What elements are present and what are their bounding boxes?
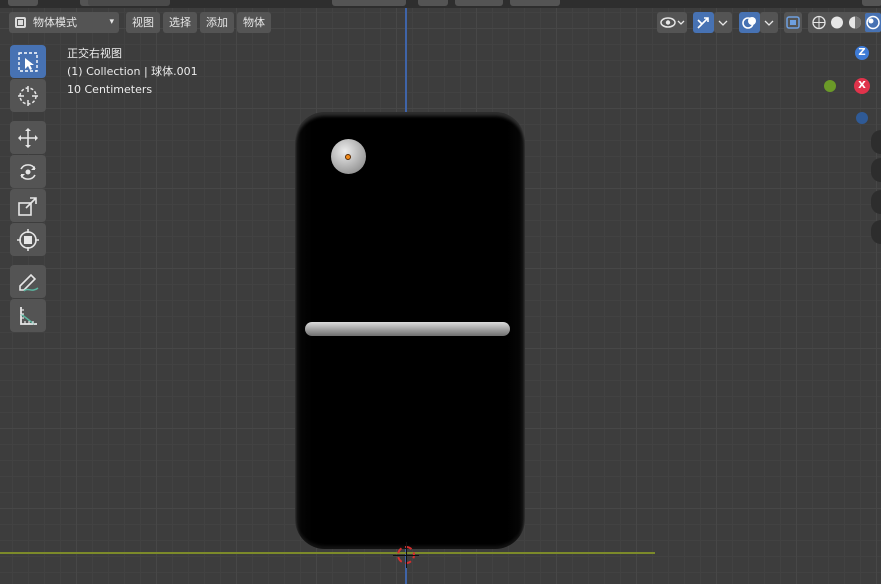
mode-label: 物体模式 <box>33 16 77 29</box>
object-origin-dot <box>345 154 351 160</box>
chevron-down-icon <box>718 20 728 26</box>
move-tool[interactable] <box>10 121 46 154</box>
menu-object[interactable]: 物体 <box>237 12 271 33</box>
gizmo-x-axis[interactable]: X <box>854 78 870 94</box>
chevron-down-icon <box>764 20 774 26</box>
rotate-tool[interactable] <box>10 155 46 188</box>
overlay-toggle[interactable] <box>739 12 760 33</box>
object-mode-icon <box>15 17 26 28</box>
annotate-tool[interactable] <box>10 265 46 298</box>
menu-add[interactable]: 添加 <box>200 12 234 33</box>
transform-icon <box>17 228 39 251</box>
3d-cursor[interactable] <box>393 542 419 568</box>
pivot-dropdown[interactable] <box>418 0 448 6</box>
transform-tool[interactable] <box>10 223 46 256</box>
y-axis-line <box>0 552 655 554</box>
overlay-dropdown[interactable] <box>760 12 778 33</box>
ruler-icon <box>20 306 37 325</box>
snap-dropdown[interactable] <box>455 0 503 6</box>
measure-tool[interactable] <box>10 299 46 332</box>
select-box-modes[interactable] <box>88 0 170 6</box>
phone-seam-object[interactable] <box>305 322 510 336</box>
scale-tool[interactable] <box>10 189 46 222</box>
camera-view-button[interactable] <box>871 190 881 214</box>
proportional-dropdown[interactable] <box>510 0 560 6</box>
select-box-tool[interactable] <box>10 45 46 78</box>
cursor-3d-icon <box>18 85 38 106</box>
rotate-icon <box>20 163 36 180</box>
gizmo-y-axis-dot[interactable] <box>824 80 836 92</box>
scale-icon <box>18 196 37 216</box>
viewport-info-overlay: 正交右视图 (1) Collection | 球体.001 10 Centime… <box>67 45 198 99</box>
interaction-mode-dropdown[interactable]: 物体模式 ▾ <box>9 12 119 33</box>
visibility-dropdown[interactable] <box>657 12 687 33</box>
transform-orientation-chip[interactable] <box>8 0 38 6</box>
gizmo-dropdown[interactable] <box>714 12 732 33</box>
select-box-icon <box>18 51 38 72</box>
xray-icon <box>786 16 800 29</box>
cursor-tool[interactable] <box>10 79 46 112</box>
eye-icon <box>660 17 685 28</box>
zoom-navigation-button[interactable] <box>871 130 881 154</box>
move-icon <box>18 127 38 148</box>
pencil-icon <box>19 273 39 292</box>
ortho-toggle-button[interactable] <box>871 220 881 244</box>
xray-toggle[interactable] <box>784 12 802 33</box>
shading-modes[interactable] <box>808 12 881 33</box>
gizmo-toggle[interactable] <box>693 12 714 33</box>
menu-view[interactable]: 视图 <box>126 12 160 33</box>
options-chip[interactable] <box>862 0 881 6</box>
overlay-icon <box>742 17 756 29</box>
menu-select[interactable]: 选择 <box>163 12 197 33</box>
wireframe-shading-icon <box>812 15 826 30</box>
pan-navigation-button[interactable] <box>871 158 881 182</box>
gizmo-neg-z-dot[interactable] <box>856 112 868 124</box>
material-shading-icon <box>849 16 861 29</box>
top-tool-settings-strip <box>0 0 881 8</box>
collection-object-label: (1) Collection | 球体.001 <box>67 65 198 78</box>
view-name: 正交右视图 <box>67 47 122 60</box>
gizmo-z-axis[interactable]: Z <box>855 46 869 60</box>
viewport-header: 物体模式 ▾ 视图 选择 添加 物体 <box>0 10 881 36</box>
gizmo-icon <box>697 17 709 29</box>
chevron-down-icon: ▾ <box>109 17 114 27</box>
grid-scale-label: 10 Centimeters <box>67 83 153 96</box>
solid-shading-icon <box>831 16 843 29</box>
orientation-dropdown[interactable] <box>332 0 406 6</box>
